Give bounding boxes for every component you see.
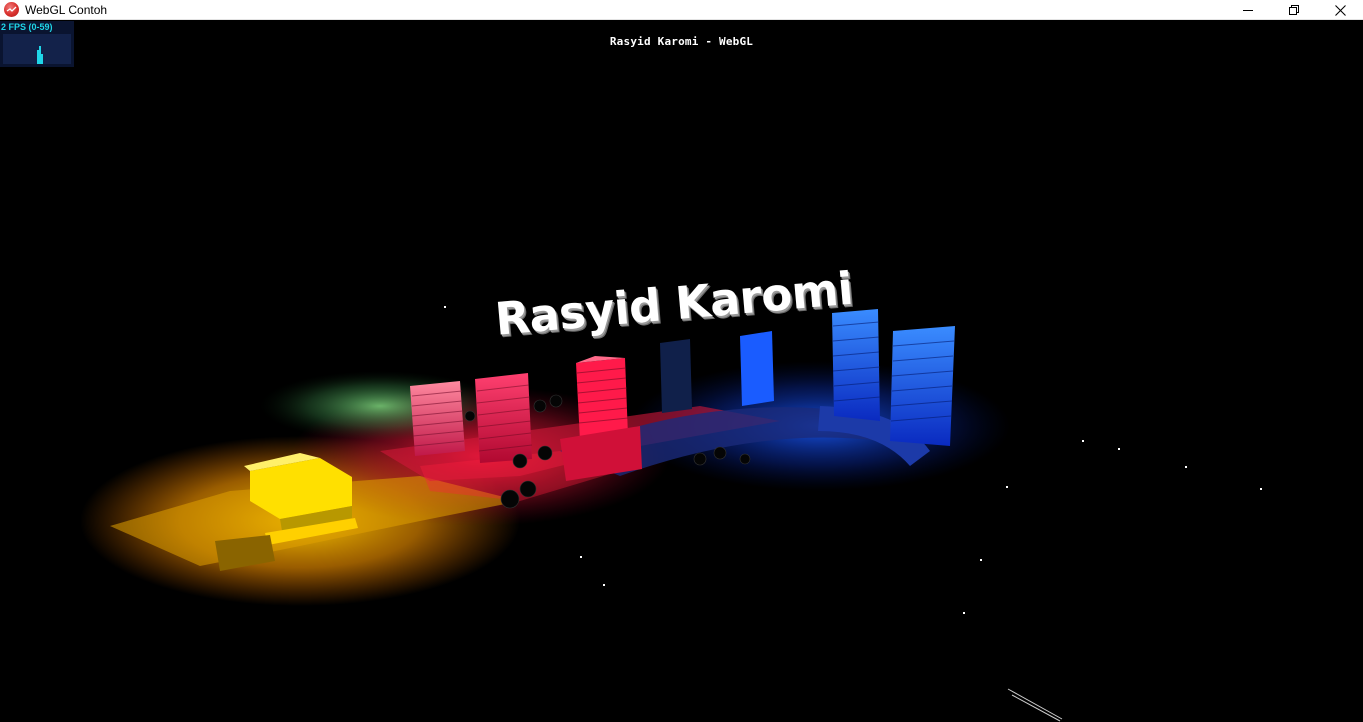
- tower-pink-1: [410, 381, 465, 456]
- minimize-button[interactable]: [1225, 0, 1271, 20]
- fps-stats-panel[interactable]: 2 FPS (0-59): [0, 21, 74, 67]
- city-scene: [80, 306, 1262, 722]
- restore-button[interactable]: [1271, 0, 1317, 20]
- fps-graph-bar: [41, 54, 43, 64]
- fps-graph: [3, 34, 71, 64]
- tower-blue-1: [832, 309, 881, 421]
- info-caption: Rasyid Karomi - WebGL: [609, 35, 754, 48]
- fps-label: 2 FPS (0-59): [1, 22, 53, 32]
- tower-blue-2: [890, 326, 955, 446]
- window-title: WebGL Contoh: [25, 3, 108, 17]
- window-titlebar[interactable]: WebGL Contoh: [0, 0, 1363, 20]
- webgl-app-icon: [4, 2, 19, 17]
- restore-icon: [1289, 5, 1299, 15]
- tower-red-3: [576, 356, 629, 441]
- close-icon: [1334, 4, 1346, 16]
- webgl-canvas[interactable]: Rasyid Karomi Rasyid Karomi - WebGL 2 FP…: [0, 21, 1363, 722]
- close-button[interactable]: [1317, 0, 1363, 20]
- minimize-icon: [1243, 10, 1253, 11]
- tower-pink-2: [475, 373, 533, 463]
